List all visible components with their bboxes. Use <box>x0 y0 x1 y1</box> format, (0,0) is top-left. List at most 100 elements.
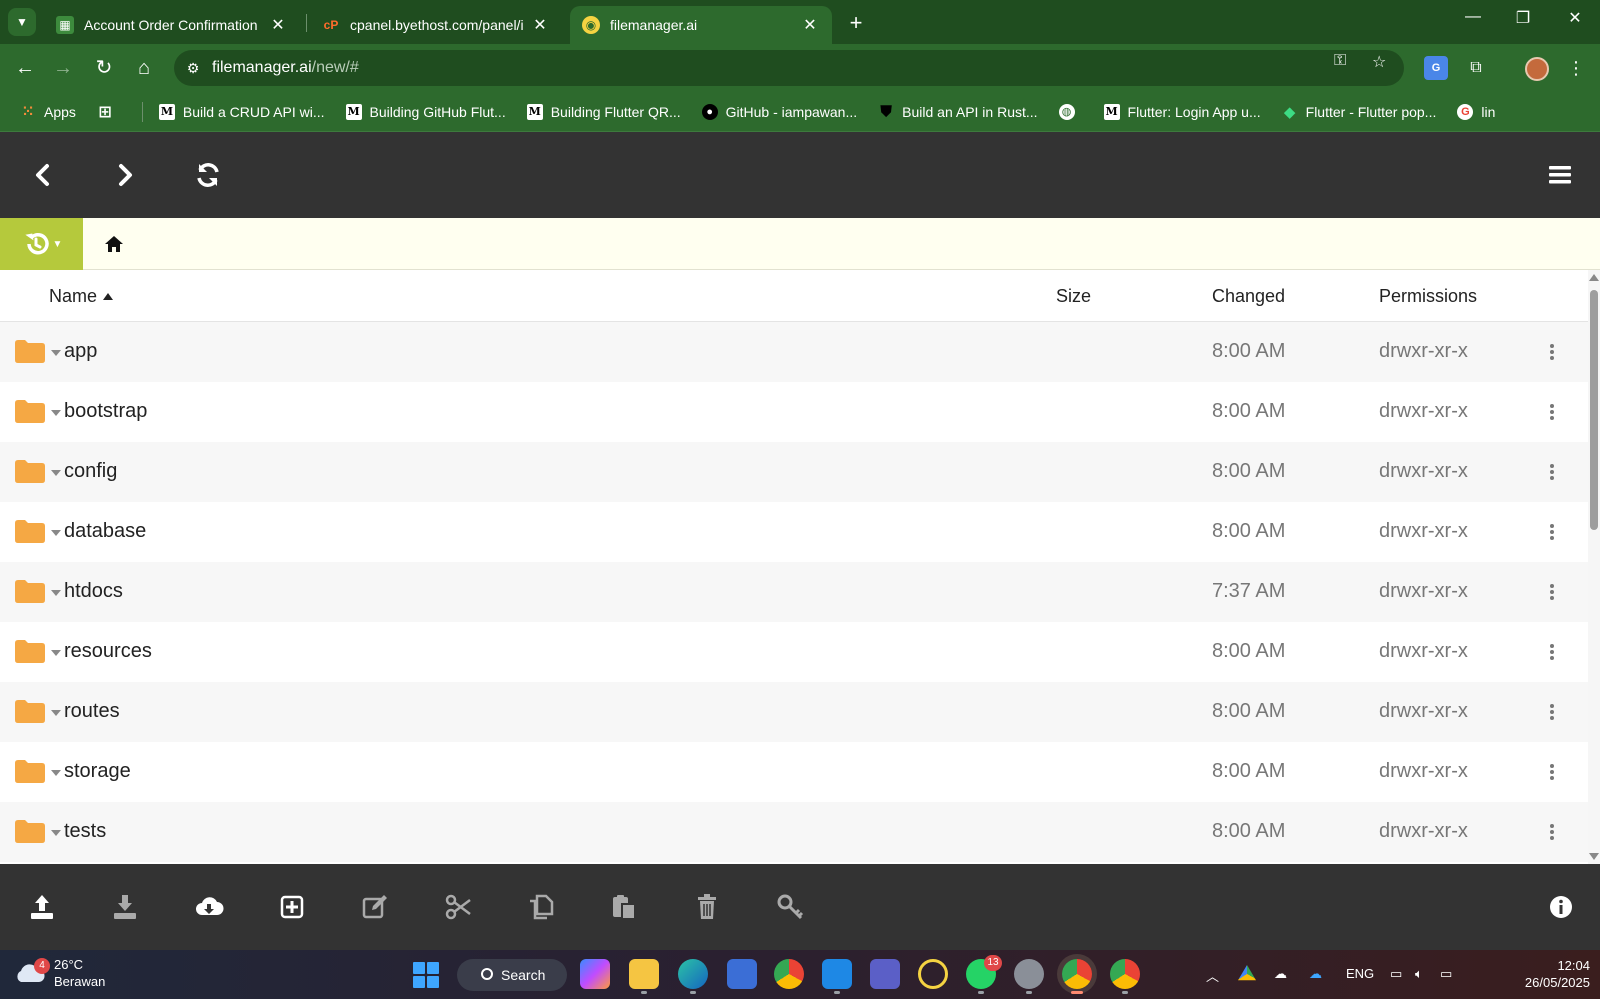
fm-refresh-icon[interactable] <box>193 160 223 190</box>
weather-widget[interactable]: 4 26°C Berawan <box>14 956 105 990</box>
battery-icon[interactable]: ▭ <box>1440 966 1452 982</box>
onedrive-blue-icon[interactable]: ☁ <box>1309 966 1322 982</box>
row-more-icon[interactable] <box>1547 642 1557 662</box>
row-more-icon[interactable] <box>1547 822 1557 842</box>
vscode-app-icon[interactable] <box>822 959 852 994</box>
download-icon[interactable] <box>110 892 140 922</box>
ms-store-app-icon[interactable] <box>727 959 757 989</box>
row-more-icon[interactable] <box>1547 582 1557 602</box>
table-row[interactable]: bootstrap 8:00 AM drwxr-xr-x <box>0 382 1588 442</box>
bookmark-apps[interactable]: ⁙ Apps <box>20 103 76 120</box>
history-dropdown-button[interactable]: ▼ <box>0 218 83 270</box>
cloud-download-icon[interactable] <box>194 892 224 922</box>
file-list-scrollbar[interactable] <box>1588 270 1600 864</box>
bookmark-item[interactable]: M Building GitHub Flut... <box>345 103 506 120</box>
taskbar-clock[interactable]: 12:04 26/05/2025 <box>1490 957 1590 991</box>
close-window-icon[interactable]: ✕ <box>1560 8 1590 28</box>
extensions-puzzle-icon[interactable]: ⧉ <box>1464 56 1488 80</box>
expand-caret-icon[interactable] <box>51 350 61 356</box>
copilot-app-icon[interactable] <box>580 959 610 989</box>
bookmark-item[interactable]: M Flutter: Login App u... <box>1103 103 1261 120</box>
bookmark-item[interactable]: ⛊ Build an API in Rust... <box>878 103 1038 120</box>
tab-search-chevron-icon[interactable]: ▼ <box>8 8 36 36</box>
table-row[interactable]: routes 8:00 AM drwxr-xr-x <box>0 682 1588 742</box>
site-info-icon[interactable]: ⚙ <box>174 60 212 77</box>
table-row[interactable]: database 8:00 AM drwxr-xr-x <box>0 502 1588 562</box>
app-paw-icon[interactable] <box>918 959 948 989</box>
bookmark-item[interactable]: ● GitHub - iampawan... <box>701 103 857 120</box>
settings-gear-icon[interactable] <box>1014 959 1044 994</box>
new-item-icon[interactable] <box>277 892 307 922</box>
column-header-permissions[interactable]: Permissions <box>1379 286 1477 307</box>
close-tab-icon[interactable]: ✕ <box>800 15 820 35</box>
language-indicator[interactable]: ENG <box>1346 966 1374 981</box>
row-more-icon[interactable] <box>1547 702 1557 722</box>
tab-cpanel[interactable]: cP cpanel.byethost.com/panel/index.php ✕ <box>310 6 562 44</box>
chrome-profile-app-icon[interactable] <box>1062 959 1092 994</box>
chrome-app-icon[interactable] <box>774 959 804 989</box>
table-row[interactable]: storage 8:00 AM drwxr-xr-x <box>0 742 1588 802</box>
restore-icon[interactable]: ❐ <box>1508 8 1538 28</box>
table-row[interactable]: htdocs 7:37 AM drwxr-xr-x <box>0 562 1588 622</box>
row-more-icon[interactable] <box>1547 762 1557 782</box>
expand-caret-icon[interactable] <box>51 470 61 476</box>
fm-forward-icon[interactable] <box>110 160 140 190</box>
home-browser-icon[interactable]: ⌂ <box>132 56 156 80</box>
expand-caret-icon[interactable] <box>51 710 61 716</box>
paste-clipboard-icon[interactable] <box>609 892 639 922</box>
bookmark-item[interactable]: ◍ <box>1058 103 1083 120</box>
minimize-icon[interactable]: — <box>1458 8 1488 26</box>
scroll-thumb[interactable] <box>1590 290 1598 530</box>
column-header-name[interactable]: Name <box>49 286 114 307</box>
row-more-icon[interactable] <box>1547 402 1557 422</box>
bookmark-item[interactable]: M Build a CRUD API wi... <box>158 103 325 120</box>
delete-trash-icon[interactable] <box>692 892 722 922</box>
windows-start-icon[interactable] <box>413 962 439 988</box>
expand-caret-icon[interactable] <box>51 410 61 416</box>
address-bar[interactable]: ⚙ filemanager.ai/new/# <box>174 50 1404 86</box>
row-more-icon[interactable] <box>1547 342 1557 362</box>
browser-menu-icon[interactable]: ⋮ <box>1564 56 1588 80</box>
expand-caret-icon[interactable] <box>51 770 61 776</box>
row-more-icon[interactable] <box>1547 462 1557 482</box>
info-icon[interactable] <box>1546 892 1576 922</box>
bookmark-item[interactable]: ◆ Flutter - Flutter pop... <box>1282 104 1437 121</box>
tab-groups-icon[interactable]: ⊞ <box>97 104 121 121</box>
bookmark-item[interactable]: M Building Flutter QR... <box>526 103 681 120</box>
expand-caret-icon[interactable] <box>51 830 61 836</box>
table-row[interactable]: tests 8:00 AM drwxr-xr-x <box>0 802 1588 862</box>
file-explorer-app-icon[interactable] <box>629 959 659 994</box>
rename-edit-icon[interactable] <box>360 892 390 922</box>
breadcrumb-home-icon[interactable] <box>104 234 124 254</box>
fm-hamburger-menu-icon[interactable] <box>1545 160 1575 190</box>
expand-caret-icon[interactable] <box>51 590 61 596</box>
forward-icon[interactable]: → <box>51 56 75 80</box>
taskbar-search[interactable]: Search <box>457 959 567 991</box>
table-row[interactable]: config 8:00 AM drwxr-xr-x <box>0 442 1588 502</box>
permissions-key-icon[interactable] <box>775 892 805 922</box>
new-tab-icon[interactable]: + <box>844 10 868 36</box>
table-row[interactable]: resources 8:00 AM drwxr-xr-x <box>0 622 1588 682</box>
scroll-up-icon[interactable] <box>1589 274 1599 281</box>
tray-chevron-up-icon[interactable]: ︿ <box>1206 966 1219 985</box>
bookmark-item[interactable]: G lin <box>1457 103 1495 120</box>
password-key-icon[interactable]: ⚿ <box>1334 52 1346 70</box>
network-monitor-icon[interactable]: ▭ <box>1390 966 1402 982</box>
whatsapp-app-icon[interactable]: 13 <box>966 955 1002 994</box>
volume-speaker-icon[interactable]: 🔈︎ <box>1415 966 1423 982</box>
close-tab-icon[interactable]: ✕ <box>530 15 550 35</box>
google-drive-icon[interactable] <box>1238 965 1256 981</box>
chrome-profile2-app-icon[interactable] <box>1110 959 1140 994</box>
edge-app-icon[interactable] <box>678 959 708 994</box>
bookmark-star-icon[interactable]: ☆ <box>1372 52 1386 72</box>
teams-app-icon[interactable] <box>870 959 900 989</box>
close-tab-icon[interactable]: ✕ <box>268 15 288 35</box>
profile-avatar[interactable] <box>1525 57 1549 81</box>
expand-caret-icon[interactable] <box>51 530 61 536</box>
table-row[interactable]: app 8:00 AM drwxr-xr-x <box>0 322 1588 382</box>
scroll-down-icon[interactable] <box>1589 853 1599 860</box>
column-header-changed[interactable]: Changed <box>1212 286 1285 307</box>
tab-filemanager[interactable]: ◉ filemanager.ai ✕ <box>570 6 832 44</box>
column-header-size[interactable]: Size <box>1056 286 1091 307</box>
upload-icon[interactable] <box>27 892 57 922</box>
